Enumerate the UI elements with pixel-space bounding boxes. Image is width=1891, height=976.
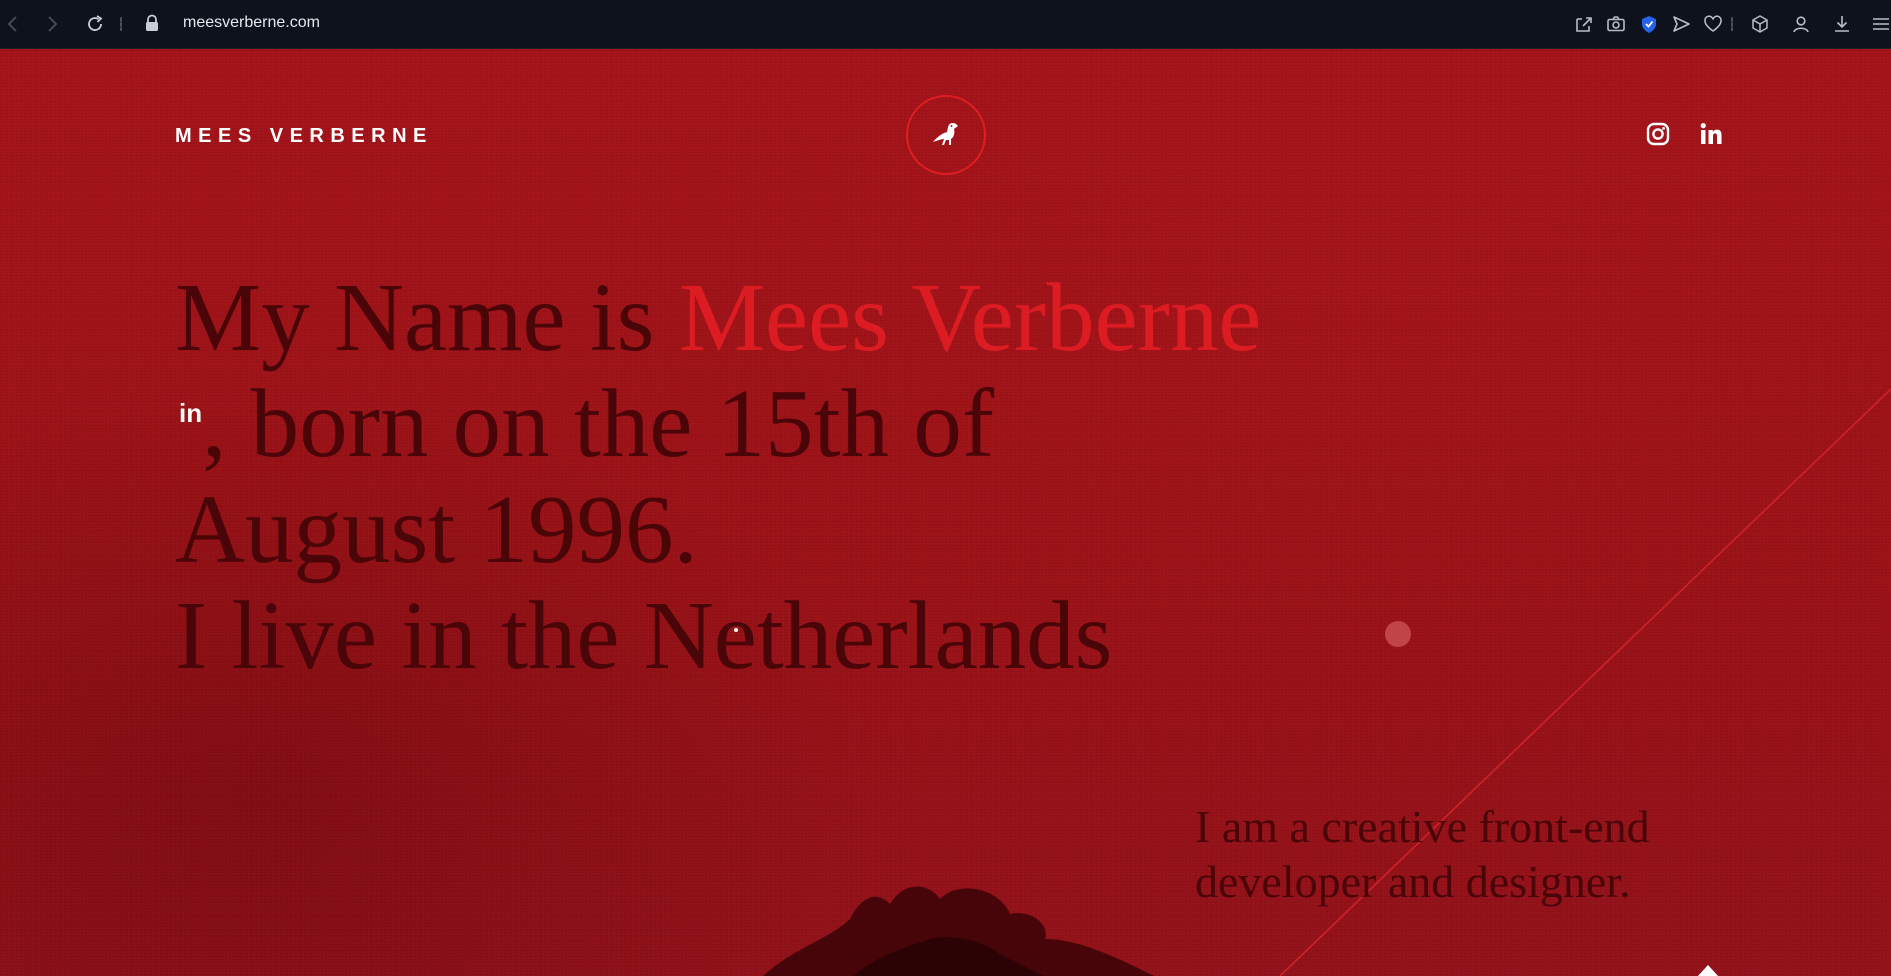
address-bar-url[interactable]: meesverberne.com [183,14,320,32]
back-icon[interactable] [2,13,24,35]
reload-icon[interactable] [84,13,106,35]
share-icon[interactable] [1573,13,1595,35]
toolbar-separator [1731,17,1733,31]
headline-name[interactable]: Mees Verberne [679,264,1262,371]
lock-icon [146,14,158,31]
box-icon[interactable] [1749,13,1771,35]
forward-icon[interactable] [41,13,63,35]
linkedin-superscript[interactable]: in [179,400,202,426]
site-brand[interactable]: MEES VERBERNE [175,125,433,148]
browser-toolbar: meesverberne.com [0,0,1891,49]
download-icon[interactable] [1831,13,1853,35]
profile-icon[interactable] [1790,13,1812,35]
rose-image [763,886,1154,976]
hero-headline: My Name is Mees Verberne in, born on the … [175,265,1275,689]
toolbar-separator [120,17,122,31]
instagram-icon[interactable] [1645,121,1671,147]
scroll-up-icon[interactable] [1697,965,1719,976]
headline-location: I live in the Netherlands [175,582,1113,689]
website-page: MEES VERBERNE My Name is Mees Verberne in… [0,49,1891,976]
cursor-dot [734,628,738,632]
camera-icon[interactable] [1605,13,1627,35]
send-icon[interactable] [1670,13,1692,35]
shield-icon[interactable] [1638,13,1660,35]
crow-icon [933,123,958,145]
decorative-dot [1385,621,1411,647]
linkedin-icon[interactable] [1698,121,1724,147]
intro-text: I am a creative front-end developer and … [1195,801,1650,907]
headline-birth: , born on the 15th of August 1996. [175,370,995,583]
menu-icon[interactable] [1870,13,1891,35]
logo-button[interactable] [906,95,986,175]
headline-intro: My Name is [175,264,679,371]
heart-icon[interactable] [1702,13,1724,35]
